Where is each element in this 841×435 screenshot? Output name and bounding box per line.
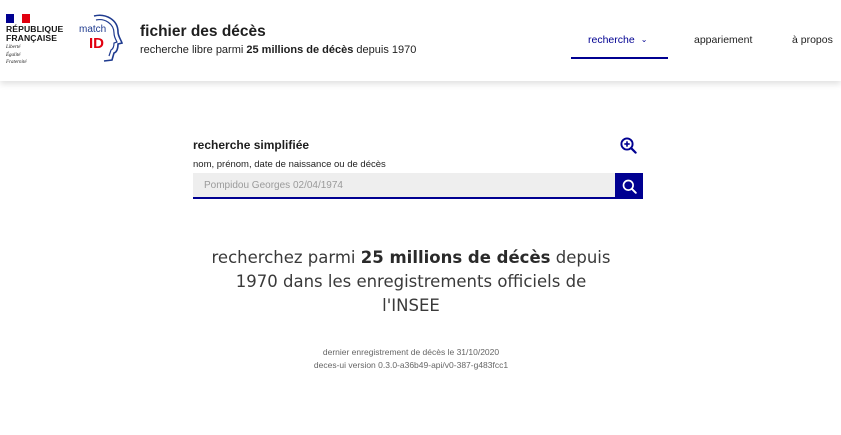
matchid-logo[interactable]: match ID: [74, 12, 124, 64]
motto-liberte: Liberté: [6, 45, 21, 50]
search-input[interactable]: [193, 173, 615, 199]
tagline: recherchez parmi 25 millions de décès de…: [211, 246, 611, 318]
site-header: RÉPUBLIQUE FRANÇAISE Liberté Égalité Fra…: [0, 0, 841, 81]
nav-matching[interactable]: appariement: [694, 34, 752, 46]
nav-search-label: recherche: [588, 34, 635, 46]
page-title: fichier des décès: [140, 23, 266, 40]
subtitle-highlight: 25 millions de décès: [246, 44, 354, 56]
nav-search[interactable]: recherche ⌄: [588, 34, 647, 46]
logo-match-text: match: [79, 24, 107, 35]
search-button[interactable]: [615, 173, 643, 199]
page-subtitle: recherche libre parmi 25 millions de déc…: [140, 44, 416, 56]
logo-id-text: ID: [89, 35, 104, 52]
tagline-highlight: 25 millions de décès: [360, 248, 551, 267]
nav-active-indicator: [571, 57, 668, 59]
french-flag-icon: [6, 14, 30, 23]
search-icon: [622, 179, 637, 194]
search-label: recherche simplifiée: [193, 138, 310, 152]
tagline-prefix: recherchez parmi: [211, 248, 361, 267]
app-version: deces-ui version 0.3.0-a36b49-api/v0-387…: [313, 360, 509, 370]
chevron-down-icon: ⌄: [640, 35, 648, 44]
motto-fraternite: Fraternité: [6, 60, 27, 66]
subtitle-prefix: recherche libre parmi: [140, 44, 247, 56]
subtitle-suffix: depuis 1970: [353, 44, 417, 56]
nav-about[interactable]: à propos: [792, 34, 833, 46]
republic-name-line2: FRANÇAISE: [6, 33, 58, 43]
advanced-search-zoom-in-icon[interactable]: [620, 137, 637, 154]
search-hint: nom, prénom, date de naissance ou de déc…: [193, 159, 386, 170]
motto-egalite: Égalité: [6, 52, 21, 58]
republique-francaise-logo[interactable]: RÉPUBLIQUE FRANÇAISE Liberté Égalité Fra…: [6, 14, 66, 66]
last-record-date: dernier enregistrement de décès le 31/10…: [322, 347, 500, 357]
